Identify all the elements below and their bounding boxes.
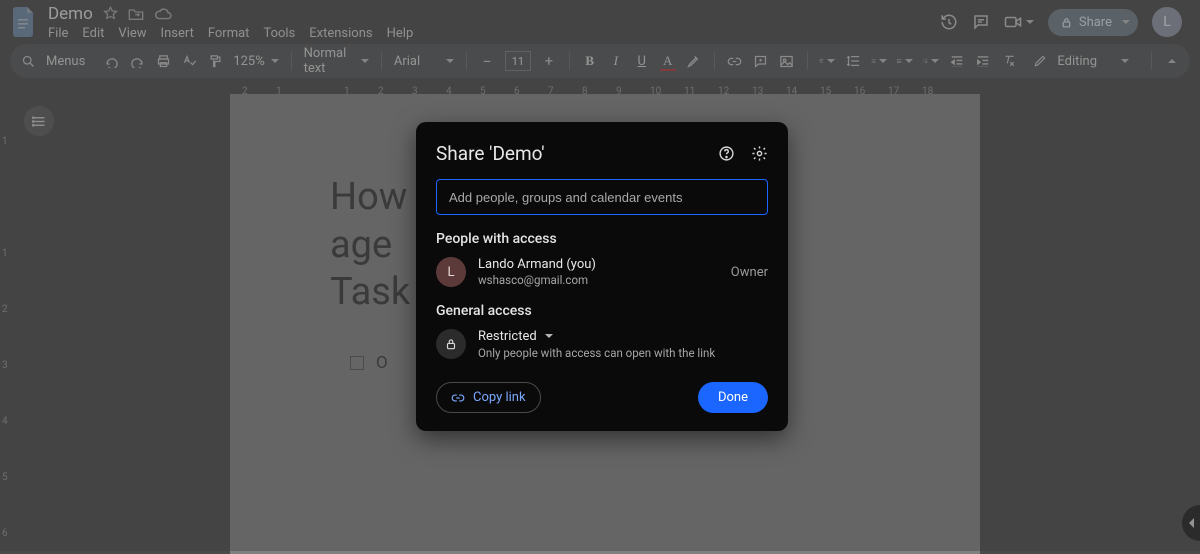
share-dialog: Share 'Demo' People with access L Lando …: [416, 122, 788, 431]
general-access-row: Restricted Only people with access can o…: [436, 329, 768, 360]
copy-link-button[interactable]: Copy link: [436, 382, 541, 413]
lock-badge-icon: [436, 329, 466, 359]
settings-icon[interactable]: [751, 145, 768, 162]
person-name: Lando Armand (you): [478, 257, 596, 272]
person-row[interactable]: L Lando Armand (you) wshasco@gmail.com O…: [436, 257, 768, 287]
help-icon[interactable]: [718, 145, 735, 162]
person-avatar: L: [436, 257, 466, 287]
people-access-heading: People with access: [436, 231, 768, 247]
access-level-label: Restricted: [478, 329, 537, 344]
access-level-select[interactable]: Restricted: [478, 329, 715, 344]
done-button[interactable]: Done: [698, 382, 768, 413]
access-level-desc: Only people with access can open with th…: [478, 346, 715, 360]
person-role: Owner: [731, 265, 768, 280]
general-access-heading: General access: [436, 303, 768, 319]
copy-link-label: Copy link: [473, 390, 526, 405]
dialog-title: Share 'Demo': [436, 142, 545, 165]
link-icon: [451, 391, 465, 405]
add-people-input[interactable]: [436, 179, 768, 215]
person-email: wshasco@gmail.com: [478, 273, 596, 287]
caret-down-icon: [545, 329, 553, 344]
